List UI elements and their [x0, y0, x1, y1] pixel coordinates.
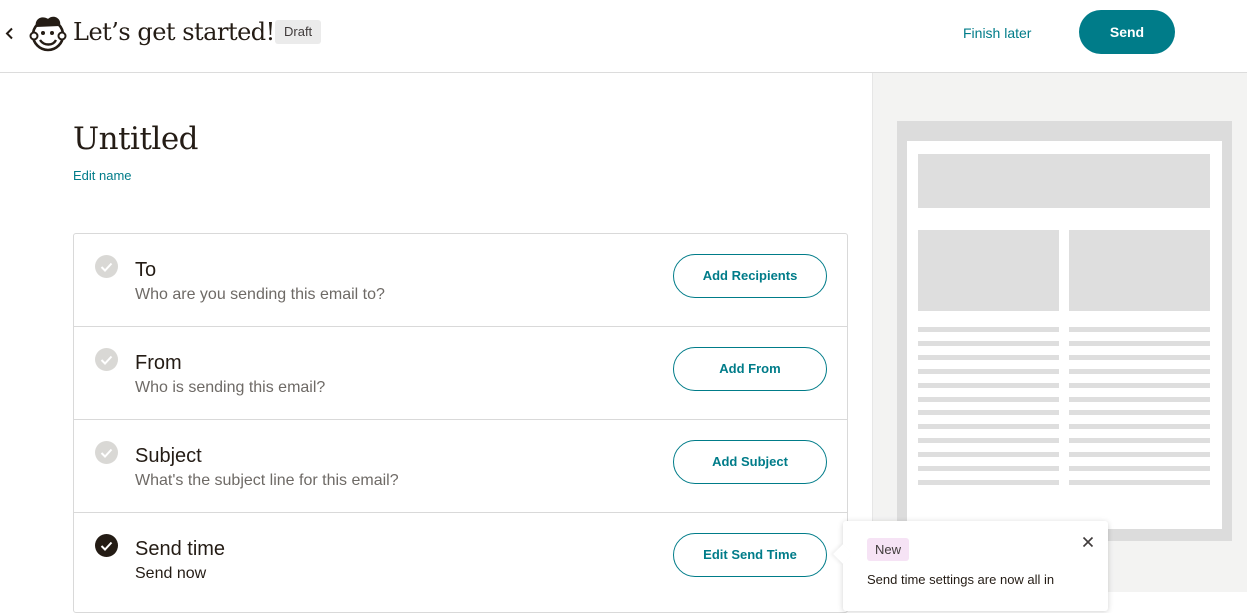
- check-circle-complete-icon: [95, 534, 118, 557]
- preview-text-line: [1069, 368, 1210, 374]
- check-circle-icon: [95, 441, 118, 464]
- checklist-row-subject: Subject What's the subject line for this…: [74, 420, 847, 513]
- status-badge: Draft: [275, 20, 322, 44]
- preview-header-block: [918, 154, 1210, 208]
- preview-text-line: [918, 340, 1059, 346]
- preview-text-line: [1069, 410, 1210, 416]
- top-bar: Let’s get started! Draft Finish later Se…: [0, 0, 1247, 73]
- chevron-left-icon: [5, 27, 13, 39]
- preview-text-line: [1069, 340, 1210, 346]
- preview-text-line: [918, 466, 1059, 471]
- add-recipients-button[interactable]: Add Recipients: [673, 254, 827, 298]
- campaign-name: Untitled: [73, 121, 199, 157]
- edit-name-link[interactable]: Edit name: [73, 168, 132, 184]
- preview-image-block: [918, 230, 1059, 311]
- add-subject-button[interactable]: Add Subject: [673, 440, 827, 484]
- preview-text-line: [918, 410, 1059, 416]
- preview-text-line: [918, 452, 1059, 458]
- add-from-button[interactable]: Add From: [673, 347, 827, 391]
- preview-text-line: [1069, 479, 1210, 485]
- preview-text-line: [918, 327, 1059, 332]
- checklist-subtitle: Who are you sending this email to?: [135, 286, 385, 303]
- preview-text-line: [1069, 466, 1210, 471]
- send-button[interactable]: Send: [1079, 10, 1175, 54]
- preview-text-line: [918, 396, 1059, 402]
- email-preview-page: [907, 141, 1222, 529]
- checklist-subtitle: Who is sending this email?: [135, 379, 326, 396]
- email-preview-thumbnail: [897, 121, 1232, 541]
- campaign-checklist: To Who are you sending this email to? Ad…: [73, 233, 848, 613]
- preview-image-block: [1069, 230, 1210, 311]
- preview-text-line: [1069, 452, 1210, 458]
- preview-text-line: [918, 368, 1059, 374]
- checklist-title: Subject: [135, 445, 202, 467]
- checklist-subtitle: Send now: [135, 565, 207, 582]
- email-preview-panel: [872, 73, 1247, 592]
- preview-text-line: [1069, 438, 1210, 444]
- page-title: Let’s get started!: [73, 18, 275, 46]
- new-feature-popover: New Send time settings are now all in: [833, 521, 1108, 611]
- popover-message: Send time settings are now all in: [867, 572, 1055, 587]
- preview-text-line: [918, 479, 1059, 485]
- checklist-row-from: From Who is sending this email? Add From: [74, 327, 847, 420]
- checklist-row-send-time: Send time Send now Edit Send Time: [74, 513, 847, 606]
- preview-text-line: [918, 382, 1059, 388]
- preview-text-line: [1069, 327, 1210, 332]
- new-badge: New: [867, 538, 910, 561]
- preview-text-line: [1069, 382, 1210, 388]
- preview-text-line: [1069, 396, 1210, 402]
- preview-text-line: [918, 438, 1059, 444]
- preview-text-line: [918, 354, 1059, 360]
- close-icon: [1082, 536, 1094, 548]
- preview-text-line: [1069, 424, 1210, 430]
- edit-send-time-button[interactable]: Edit Send Time: [673, 533, 827, 577]
- checklist-subtitle: What's the subject line for this email?: [135, 472, 399, 489]
- preview-text-line: [918, 424, 1059, 430]
- preview-text-line: [1069, 354, 1210, 360]
- checklist-title: Send time: [135, 538, 226, 560]
- checklist-title: From: [135, 352, 182, 374]
- check-circle-icon: [95, 255, 118, 278]
- check-circle-icon: [95, 348, 118, 371]
- checklist-title: To: [135, 259, 157, 281]
- freddie-logo-icon[interactable]: [28, 13, 68, 53]
- finish-later-link[interactable]: Finish later: [963, 24, 1031, 42]
- checklist-row-to: To Who are you sending this email to? Ad…: [74, 234, 847, 327]
- back-button[interactable]: [2, 22, 16, 44]
- popover-close-button[interactable]: [1079, 533, 1097, 551]
